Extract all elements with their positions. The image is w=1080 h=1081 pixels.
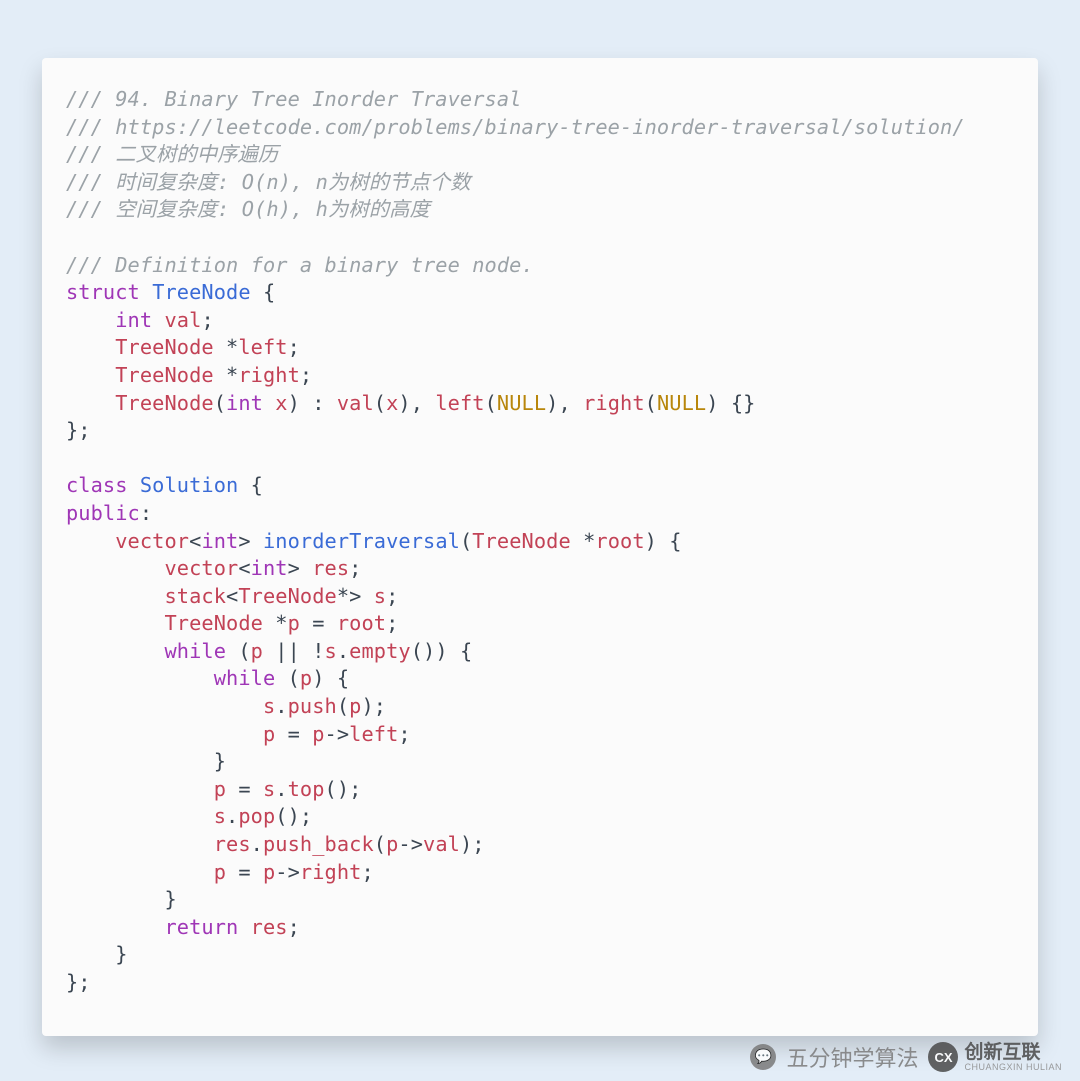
keyword-class: class — [66, 473, 128, 497]
keyword-return: return — [164, 915, 238, 939]
fn-pop: pop — [238, 804, 275, 828]
ident-val: val — [165, 308, 202, 332]
init-val: val — [337, 391, 374, 415]
type-stack: stack — [164, 584, 226, 608]
ident-s: s — [374, 584, 386, 608]
keyword-public: public — [66, 501, 140, 525]
ident-treenode: TreeNode — [115, 363, 213, 387]
ident-p: p — [288, 611, 300, 635]
footer-text: 五分钟学算法 — [786, 1041, 918, 1073]
brand-sub: CHUANGXIN HULIAN — [964, 1062, 1062, 1072]
keyword-struct: struct — [66, 280, 140, 304]
footer-watermark: 💬 五分钟学算法 CX 创新互联 CHUANGXIN HULIAN — [750, 1041, 1062, 1073]
ident-right: right — [238, 363, 300, 387]
comment: /// https://leetcode.com/problems/binary… — [66, 115, 965, 139]
ident-root: root — [595, 529, 644, 553]
ident-res: res — [312, 556, 349, 580]
fn-empty: empty — [349, 639, 411, 663]
code-card: /// 94. Binary Tree Inorder Traversal //… — [42, 58, 1038, 1036]
comment: /// 二叉树的中序遍历 — [66, 142, 278, 166]
ident-left: left — [238, 335, 287, 359]
brand-logo: CX 创新互联 CHUANGXIN HULIAN — [928, 1042, 1062, 1072]
fn-pushback: push_back — [263, 832, 374, 856]
init-left: left — [435, 391, 484, 415]
comment: /// 空间复杂度: O(h), h为树的高度 — [66, 197, 430, 221]
type-solution: Solution — [140, 473, 238, 497]
brand-name: 创新互联 — [964, 1043, 1062, 1062]
null-literal: NULL — [497, 391, 546, 415]
fn-inorder: inorderTraversal — [263, 529, 460, 553]
fn-top: top — [288, 777, 325, 801]
keyword-while: while — [164, 639, 226, 663]
fn-push: push — [288, 694, 337, 718]
type-treenode: TreeNode — [152, 280, 250, 304]
comment: /// 94. Binary Tree Inorder Traversal — [66, 87, 521, 111]
ident-treenode: TreeNode — [115, 335, 213, 359]
code-block: /// 94. Binary Tree Inorder Traversal //… — [66, 86, 1014, 997]
brand-icon: CX — [928, 1042, 958, 1072]
keyword-int: int — [115, 308, 152, 332]
ctor-name: TreeNode — [115, 391, 213, 415]
comment: /// Definition for a binary tree node. — [66, 253, 534, 277]
wechat-icon: 💬 — [750, 1044, 776, 1070]
init-right: right — [583, 391, 645, 415]
comment: /// 时间复杂度: O(n), n为树的节点个数 — [66, 170, 471, 194]
type-vector: vector — [115, 529, 189, 553]
